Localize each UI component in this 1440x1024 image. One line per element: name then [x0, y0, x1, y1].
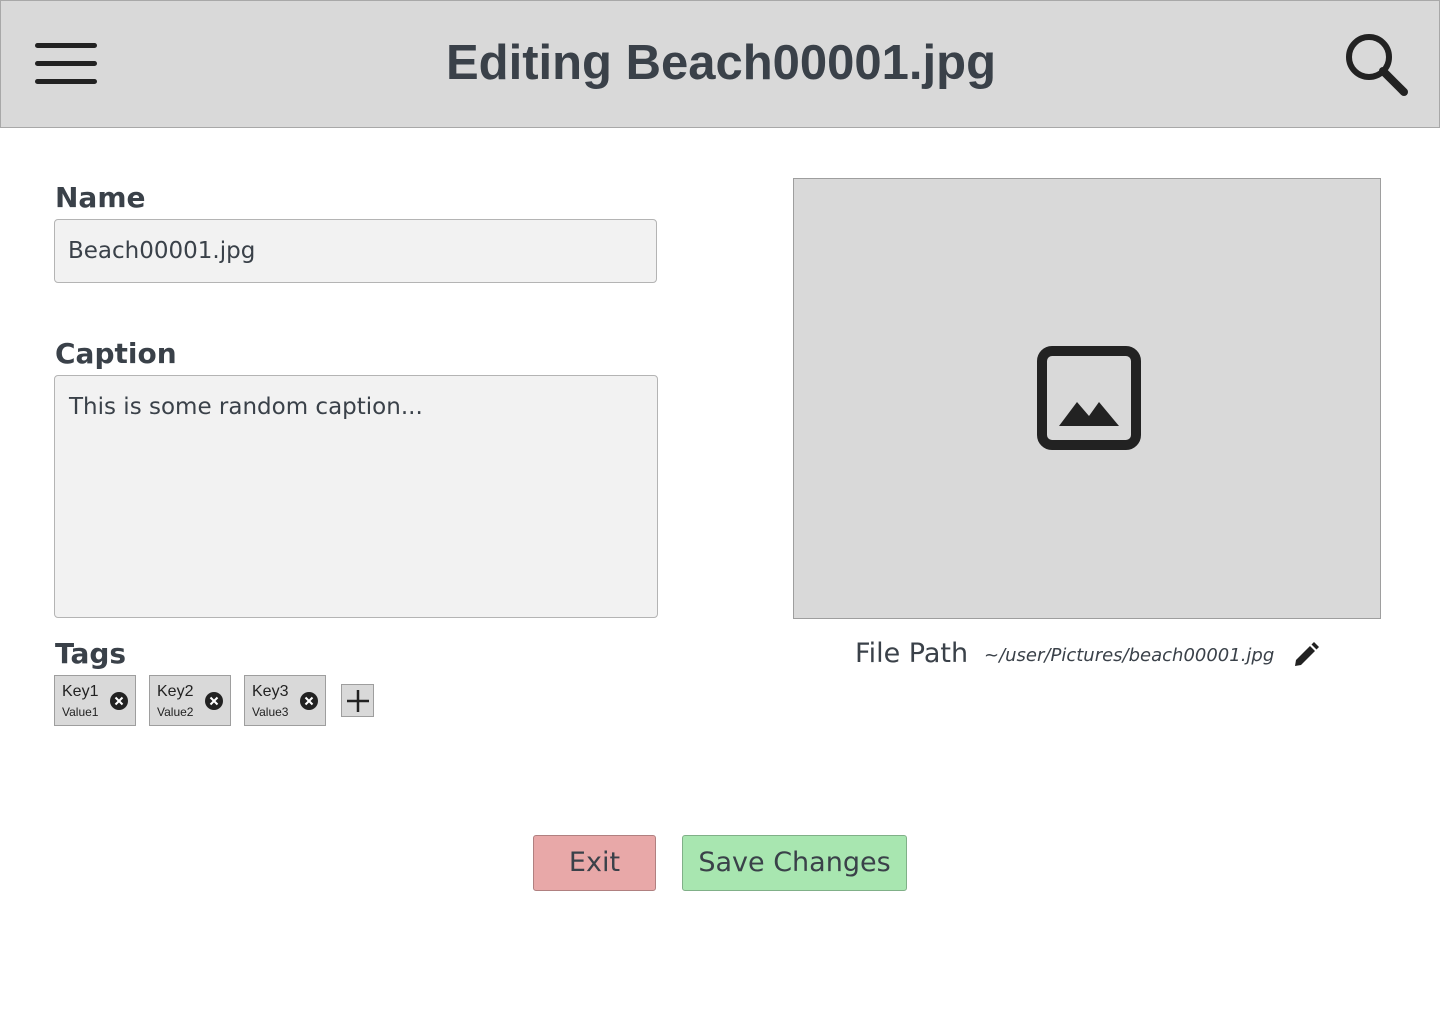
tag-key: Key2 — [157, 683, 194, 700]
tag-chip[interactable]: Key3 Value3 — [244, 675, 326, 726]
save-changes-button[interactable]: Save Changes — [682, 835, 907, 891]
tags-label: Tags — [55, 637, 127, 670]
edit-file-path-icon[interactable] — [1293, 642, 1319, 668]
add-tag-button[interactable] — [341, 684, 374, 717]
tag-chip[interactable]: Key2 Value2 — [149, 675, 231, 726]
file-path-label: File Path — [855, 638, 969, 669]
caption-label: Caption — [55, 337, 177, 370]
tag-key: Key3 — [252, 683, 289, 700]
tag-chip[interactable]: Key1 Value1 — [54, 675, 136, 726]
name-label: Name — [55, 181, 146, 214]
tag-value: Value3 — [252, 705, 289, 719]
tag-value: Value2 — [157, 705, 194, 719]
tag-key: Key1 — [62, 683, 99, 700]
app-header: Editing Beach00001.jpg — [0, 0, 1440, 128]
remove-tag-icon[interactable] — [205, 692, 223, 710]
search-icon[interactable] — [1343, 31, 1409, 97]
caption-input[interactable]: This is some random caption... — [54, 375, 658, 618]
exit-button[interactable]: Exit — [533, 835, 656, 891]
name-input[interactable] — [54, 219, 657, 283]
file-path-value: ~/user/Pictures/beach00001.jpg — [984, 645, 1275, 666]
tag-value: Value1 — [62, 705, 99, 719]
page-title: Editing Beach00001.jpg — [445, 36, 997, 90]
image-placeholder-icon — [1037, 346, 1141, 450]
plus-icon — [347, 690, 369, 712]
remove-tag-icon[interactable] — [300, 692, 318, 710]
remove-tag-icon[interactable] — [110, 692, 128, 710]
image-preview — [793, 178, 1381, 619]
